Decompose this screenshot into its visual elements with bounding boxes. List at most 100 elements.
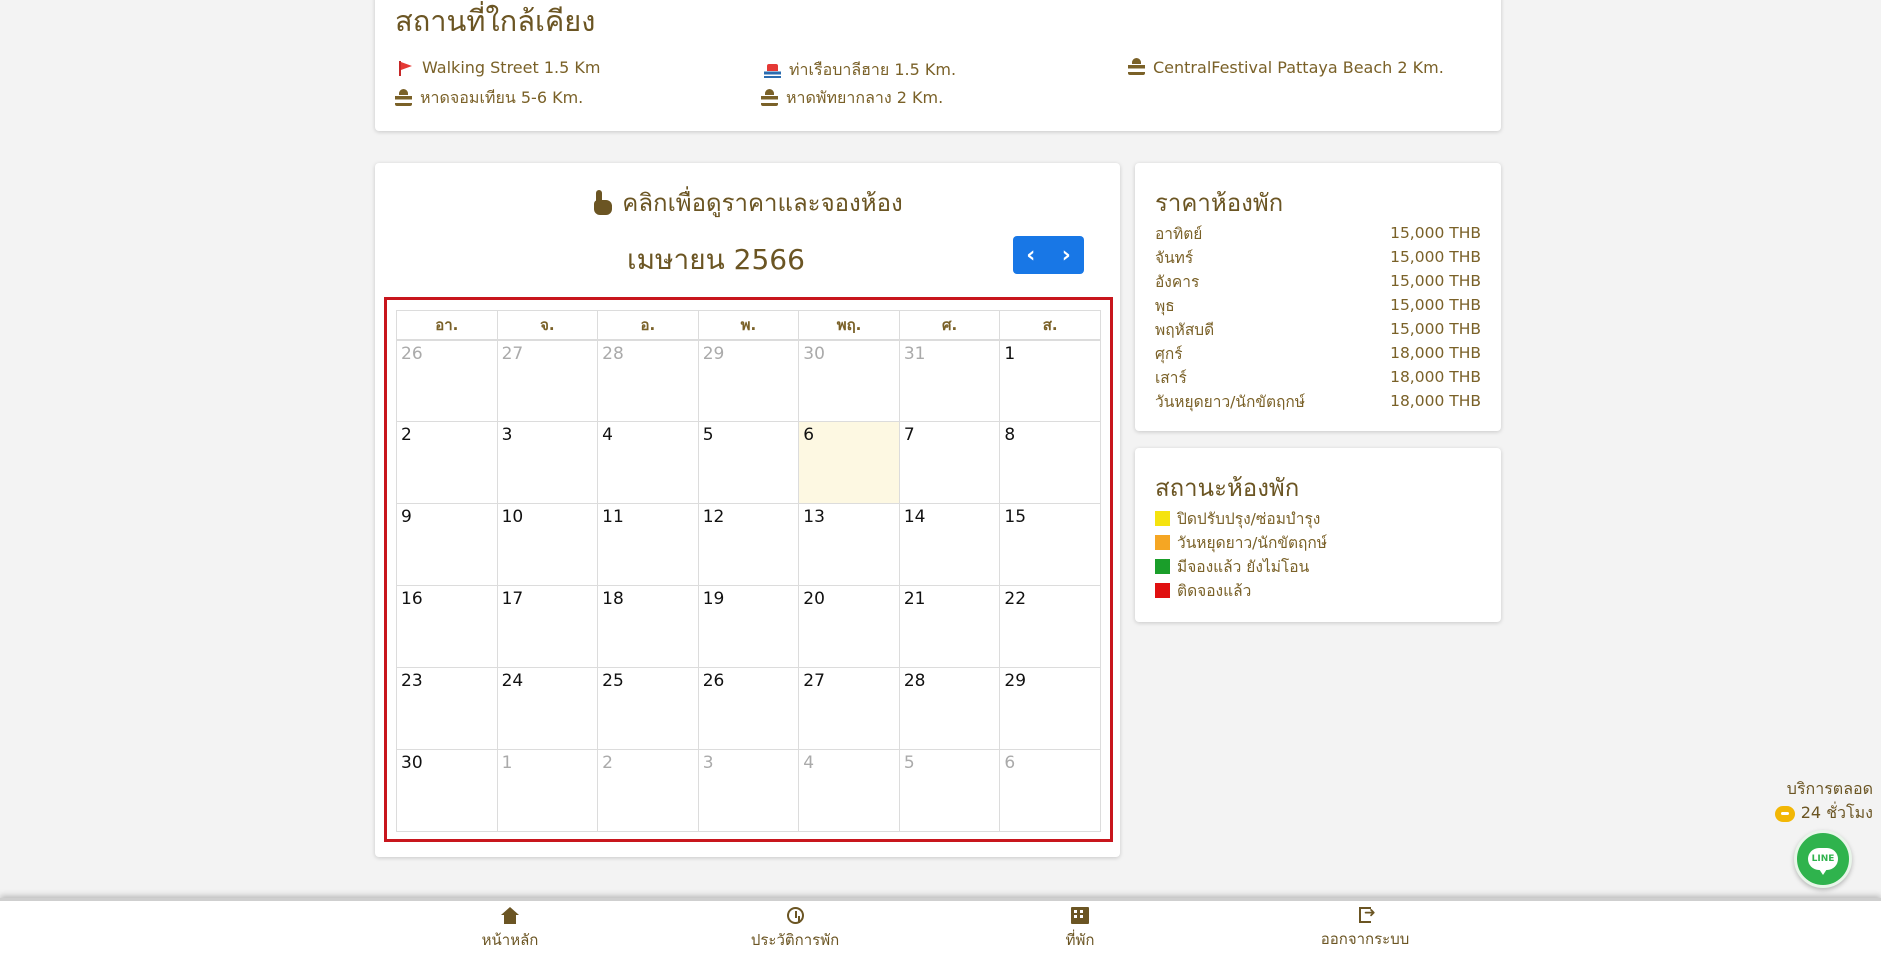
prev-month-button[interactable]: ‹ — [1013, 236, 1049, 274]
status-color-swatch — [1155, 510, 1170, 526]
calendar-day[interactable]: 10 — [496, 503, 599, 586]
price-list: อาทิตย์ 15,000 THB จันทร์ 15,000 THB อังคาร 1… — [1155, 221, 1481, 413]
nearby-places-card: สถานที่ใกล้เคียง Walking Street 1.5 Km ท… — [375, 0, 1501, 131]
calendar-month-label: เมษายน 2566 — [627, 243, 805, 276]
calendar-day[interactable]: 12 — [697, 503, 800, 586]
status-legend-item: มีจองแล้ว ยังไม่โอน — [1155, 554, 1327, 578]
calendar-day[interactable]: 7 — [898, 421, 1001, 504]
calendar-day-other-month[interactable]: 2 — [597, 749, 699, 832]
price-row: เสาร์ 18,000 THB — [1155, 365, 1481, 389]
place-label: หาดจอมเทียน 5-6 Km. — [420, 88, 584, 107]
calendar-day-other-month[interactable]: 27 — [496, 339, 599, 422]
calendar-body: 26 27 28 29 30 31 1 2 3 4 5 6 7 8 9 10 11 12 13 14 15 16 17 18 1… — [396, 339, 1101, 832]
calendar-day[interactable]: 8 — [999, 421, 1101, 504]
calendar-week-row: 30 1 2 3 4 5 6 — [396, 749, 1101, 832]
status-legend-item: วันหยุดยาว/นักขัตฤกษ์ — [1155, 530, 1327, 554]
hotel-icon — [1071, 907, 1089, 924]
calendar-day-other-month[interactable]: 6 — [999, 749, 1101, 832]
calendar-day[interactable]: 24 — [496, 667, 599, 750]
price-row: อาทิตย์ 15,000 THB — [1155, 221, 1481, 245]
price-title: ราคาห้องพัก — [1155, 189, 1284, 217]
calendar-day-other-month[interactable]: 31 — [898, 339, 1001, 422]
calendar-day[interactable]: 15 — [999, 503, 1101, 586]
calendar-hint: คลิกเพื่อดูราคาและจองห้อง — [375, 183, 1120, 222]
weekday-header: พฤ. — [798, 310, 900, 341]
nav-accommodation[interactable]: ที่พัก — [1010, 907, 1150, 952]
calendar-day[interactable]: 18 — [597, 585, 699, 668]
calendar-day-other-month[interactable]: 28 — [597, 339, 699, 422]
calendar-day-other-month[interactable]: 5 — [898, 749, 1001, 832]
calendar-nav: ‹ › — [1013, 236, 1084, 274]
status-legend: ปิดปรับปรุง/ซ่อมบำรุง วันหยุดยาว/นักขัตฤก… — [1155, 506, 1327, 602]
price-value: 15,000 THB — [1390, 296, 1481, 314]
place-bali-hai-pier: ท่าเรือบาลีฮาย 1.5 Km. — [764, 58, 956, 83]
calendar-day[interactable]: 21 — [898, 585, 1001, 668]
calendar-day[interactable]: 28 — [898, 667, 1001, 750]
beach-icon — [395, 88, 412, 106]
calendar-day[interactable]: 17 — [496, 585, 599, 668]
price-value: 15,000 THB — [1390, 224, 1481, 242]
calendar-day[interactable]: 30 — [396, 749, 498, 832]
calendar-day[interactable]: 3 — [496, 421, 599, 504]
flag-icon — [397, 60, 414, 76]
calendar-day-other-month[interactable]: 1 — [496, 749, 599, 832]
calendar-day[interactable]: 23 — [396, 667, 498, 750]
price-row: อังคาร 15,000 THB — [1155, 269, 1481, 293]
price-value: 15,000 THB — [1390, 248, 1481, 266]
price-row: จันทร์ 15,000 THB — [1155, 245, 1481, 269]
price-row: วันหยุดยาว/นักขัตฤกษ์ 18,000 THB — [1155, 389, 1481, 413]
calendar-day[interactable]: 19 — [697, 585, 800, 668]
nav-home[interactable]: หน้าหลัก — [440, 907, 580, 952]
chat-icon — [1774, 805, 1795, 822]
weekday-header: อา. — [396, 310, 498, 341]
calendar-day[interactable]: 4 — [597, 421, 699, 504]
status-label: ติดจองแล้ว — [1177, 581, 1252, 600]
status-legend-item: ติดจองแล้ว — [1155, 578, 1327, 602]
calendar-day[interactable]: 25 — [597, 667, 699, 750]
status-label: มีจองแล้ว ยังไม่โอน — [1177, 557, 1310, 576]
calendar-day[interactable]: 2 — [396, 421, 498, 504]
nav-stay-history[interactable]: ประวัติการพัก — [725, 907, 865, 952]
price-day: อังคาร — [1155, 272, 1200, 291]
calendar-day-other-month[interactable]: 30 — [798, 339, 900, 422]
calendar-day[interactable]: 26 — [697, 667, 800, 750]
calendar-day-other-month[interactable]: 4 — [798, 749, 900, 832]
calendar-day[interactable]: 11 — [597, 503, 699, 586]
calendar-grid: อา. จ. อ. พ. พฤ. ศ. ส. 26 27 28 29 30 31 1 2 3 4 5 6 7 8 9 10… — [396, 310, 1101, 832]
calendar-day[interactable]: 1 — [999, 339, 1101, 422]
calendar-card: คลิกเพื่อดูราคาและจองห้อง เมษายน 2566 ‹ … — [375, 163, 1120, 857]
calendar-day-other-month[interactable]: 26 — [396, 339, 498, 422]
calendar-week-row: 26 27 28 29 30 31 1 — [396, 339, 1101, 422]
calendar-day[interactable]: 20 — [798, 585, 900, 668]
calendar-day-other-month[interactable]: 3 — [697, 749, 800, 832]
nav-home-label: หน้าหลัก — [481, 931, 539, 949]
bottom-nav: หน้าหลัก ประวัติการพัก ที่พัก ออกจากระบบ — [0, 898, 1881, 958]
nav-logout[interactable]: ออกจากระบบ — [1295, 905, 1435, 951]
calendar-week-row: 9 10 11 12 13 14 15 — [396, 503, 1101, 586]
price-day: จันทร์ — [1155, 248, 1194, 267]
calendar-day[interactable]: 5 — [697, 421, 800, 504]
calendar-day[interactable]: 22 — [999, 585, 1101, 668]
calendar-day[interactable]: 13 — [798, 503, 900, 586]
service-24h: บริการตลอด 24 ชั่วโมง — [1774, 777, 1873, 825]
calendar-day[interactable]: 29 — [999, 667, 1101, 750]
line-icon: LINE — [1808, 848, 1838, 875]
calendar-week-row: 2345678 — [396, 421, 1101, 504]
next-month-button[interactable]: › — [1049, 236, 1085, 274]
calendar-week-row: 16 17 18 19 20 21 22 — [396, 585, 1101, 668]
place-label: CentralFestival Pattaya Beach 2 Km. — [1153, 58, 1444, 77]
service-line2: 24 ชั่วโมง — [1800, 803, 1873, 822]
status-label: วันหยุดยาว/นักขัตฤกษ์ — [1177, 533, 1328, 552]
calendar-day[interactable]: 9 — [396, 503, 498, 586]
boat-icon — [764, 63, 781, 78]
line-chat-button[interactable]: LINE — [1794, 830, 1852, 888]
beach-icon — [761, 88, 778, 106]
place-label: ท่าเรือบาลีฮาย 1.5 Km. — [789, 60, 957, 79]
calendar-day[interactable]: 27 — [798, 667, 900, 750]
home-icon — [501, 907, 519, 924]
calendar-day[interactable]: 14 — [898, 503, 1001, 586]
room-status-card: สถานะห้องพัก ปิดปรับปรุง/ซ่อมบำรุง วันหยุ… — [1135, 448, 1501, 622]
calendar-day-today[interactable]: 6 — [798, 421, 900, 504]
calendar-day-other-month[interactable]: 29 — [697, 339, 800, 422]
calendar-day[interactable]: 16 — [396, 585, 498, 668]
